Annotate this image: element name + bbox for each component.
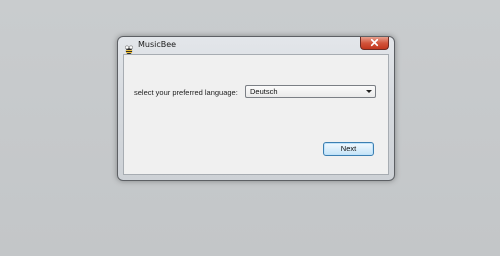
chevron-down-icon[interactable] [366, 90, 372, 93]
language-dropdown[interactable]: Deutsch [245, 85, 376, 98]
dialog-content: select your preferred language: Deutsch … [123, 54, 389, 175]
musicbee-bee-icon [124, 40, 134, 55]
close-button[interactable] [360, 37, 389, 50]
language-label: select your preferred language: [134, 88, 238, 97]
language-selected-value: Deutsch [250, 87, 278, 96]
window-title: MusicBee [138, 40, 177, 49]
close-icon [370, 38, 379, 47]
next-button[interactable]: Next [323, 142, 374, 156]
title-bar[interactable]: MusicBee [118, 37, 394, 55]
musicbee-dialog: MusicBee select your preferred language:… [117, 36, 395, 181]
